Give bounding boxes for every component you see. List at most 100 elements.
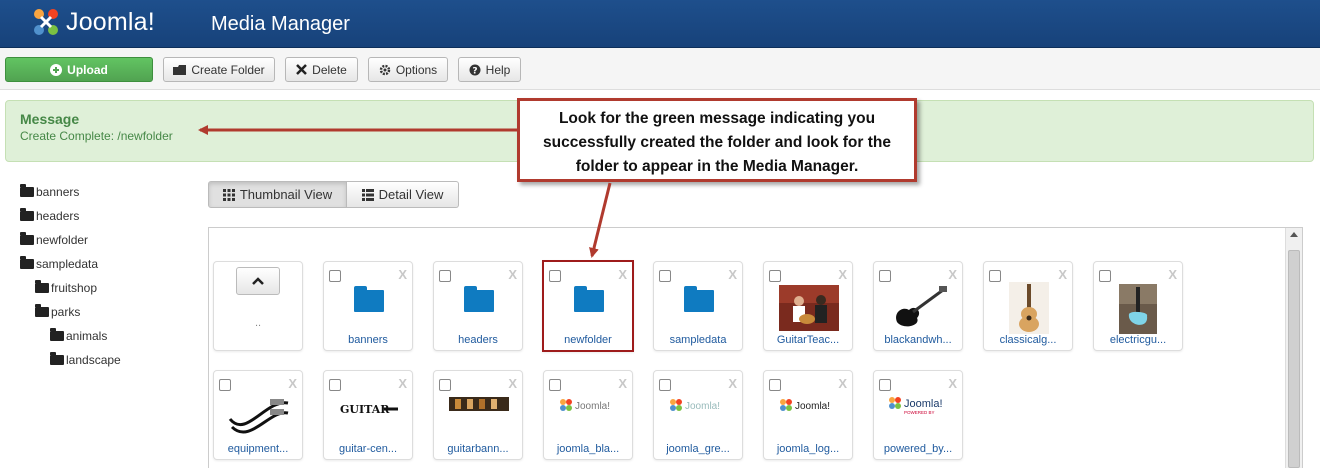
scroll-thumb[interactable]: [1288, 250, 1300, 468]
tree-item-fruitshop[interactable]: fruitshop: [35, 280, 97, 295]
detail-view-label: Detail View: [378, 187, 444, 202]
classical-guitar-image: [1009, 282, 1049, 334]
tile-label[interactable]: joomla_bla...: [544, 443, 632, 455]
select-checkbox[interactable]: [549, 270, 561, 282]
tile-label[interactable]: blackandwh...: [874, 334, 962, 346]
tree-item-animals[interactable]: animals: [50, 328, 107, 343]
delete-x-button[interactable]: X: [838, 267, 847, 282]
delete-x-button[interactable]: X: [728, 376, 737, 391]
tile-image-powered-by[interactable]: X Joomla! POWERED BY powered_by...: [873, 370, 963, 460]
select-checkbox[interactable]: [439, 270, 451, 282]
tree-item-banners[interactable]: banners: [20, 184, 79, 199]
tree-item-headers[interactable]: headers: [20, 208, 79, 223]
tile-label[interactable]: joomla_log...: [764, 443, 852, 455]
tile-label[interactable]: banners: [324, 334, 412, 346]
tile-label[interactable]: equipment...: [214, 443, 302, 455]
select-checkbox[interactable]: [439, 379, 451, 391]
folder-icon: [173, 64, 187, 75]
tile-label[interactable]: newfolder: [544, 334, 632, 346]
scroll-up-arrow-icon[interactable]: [1290, 232, 1298, 237]
tile-label[interactable]: GuitarTeac...: [764, 334, 852, 346]
svg-text:GUITAR: GUITAR: [340, 403, 390, 416]
guitar-lesson-photo: [779, 285, 839, 331]
tree-item-newfolder[interactable]: newfolder: [20, 232, 88, 247]
delete-x-button[interactable]: X: [398, 376, 407, 391]
folder-icon: [35, 304, 49, 317]
tile-image-joomla-green[interactable]: X Joomla! joomla_gre...: [653, 370, 743, 460]
joomla-mark-icon: [34, 9, 58, 35]
tile-folder-newfolder[interactable]: X newfolder: [542, 260, 634, 352]
toolbar: Upload Create Folder Delete Options ? He…: [0, 48, 1320, 90]
select-checkbox[interactable]: [659, 270, 671, 282]
tile-image-equipment[interactable]: X equipment...: [213, 370, 303, 460]
joomla-logo-thumb: Joomla!: [670, 399, 720, 412]
select-checkbox[interactable]: [549, 379, 561, 391]
tile-label[interactable]: classicalg...: [984, 334, 1072, 346]
select-checkbox[interactable]: [879, 379, 891, 391]
question-icon: ?: [469, 64, 481, 76]
up-folder-button[interactable]: [236, 267, 280, 295]
select-checkbox[interactable]: [879, 270, 891, 282]
tile-folder-headers[interactable]: X headers: [433, 261, 523, 351]
tile-label[interactable]: joomla_gre...: [654, 443, 742, 455]
upload-label: Upload: [67, 62, 108, 77]
tile-image-classical-guitar[interactable]: X classicalg...: [983, 261, 1073, 351]
delete-x-button[interactable]: X: [508, 376, 517, 391]
delete-x-button[interactable]: X: [618, 376, 627, 391]
delete-x-button[interactable]: X: [948, 376, 957, 391]
select-checkbox[interactable]: [329, 379, 341, 391]
page-title: Media Manager: [211, 13, 350, 35]
folder-icon: [35, 280, 49, 293]
delete-x-button[interactable]: X: [838, 376, 847, 391]
tile-image-electric-guitar[interactable]: X electricgu...: [1093, 261, 1183, 351]
select-checkbox[interactable]: [769, 379, 781, 391]
cable-image: [228, 399, 289, 434]
select-checkbox[interactable]: [329, 270, 341, 282]
help-button[interactable]: ? Help: [458, 57, 521, 82]
tile-label[interactable]: powered_by...: [874, 443, 962, 455]
delete-x-button[interactable]: X: [728, 267, 737, 282]
options-button[interactable]: Options: [368, 57, 448, 82]
tile-up[interactable]: ..: [213, 261, 303, 351]
select-checkbox[interactable]: [659, 379, 671, 391]
electric-guitar-image: [896, 286, 947, 327]
svg-text:Joomla!: Joomla!: [685, 401, 720, 412]
thumbnail-view-button[interactable]: Thumbnail View: [208, 181, 347, 208]
svg-text:Joomla!: Joomla!: [904, 398, 943, 410]
upload-button[interactable]: Upload: [5, 57, 153, 82]
tile-label[interactable]: guitar-cen...: [324, 443, 412, 455]
tree-item-sampledata[interactable]: sampledata: [20, 256, 98, 271]
delete-x-button[interactable]: X: [398, 267, 407, 282]
tile-label[interactable]: electricgu...: [1094, 334, 1182, 346]
tile-folder-sampledata[interactable]: X sampledata: [653, 261, 743, 351]
tree-item-parks[interactable]: parks: [35, 304, 80, 319]
delete-x-button[interactable]: X: [1168, 267, 1177, 282]
admin-header: Joomla! Media Manager: [0, 0, 1320, 48]
delete-button[interactable]: Delete: [285, 57, 358, 82]
tile-folder-banners[interactable]: X banners: [323, 261, 413, 351]
joomla-logo[interactable]: Joomla!: [30, 6, 155, 38]
delete-x-button[interactable]: X: [948, 267, 957, 282]
select-checkbox[interactable]: [1099, 270, 1111, 282]
tile-image-joomla-black[interactable]: X Joomla! joomla_bla...: [543, 370, 633, 460]
delete-x-button[interactable]: X: [1058, 267, 1067, 282]
tile-image-blackandwhite[interactable]: X blackandwh...: [873, 261, 963, 351]
tile-image-guitar-center[interactable]: X GUITAR guitar-cen...: [323, 370, 413, 460]
tree-item-landscape[interactable]: landscape: [50, 352, 121, 367]
tile-image-joomla-logo[interactable]: X Joomla! joomla_log...: [763, 370, 853, 460]
tile-image-guitar-banner[interactable]: X guitarbann...: [433, 370, 523, 460]
select-checkbox[interactable]: [769, 270, 781, 282]
delete-x-button[interactable]: X: [618, 267, 627, 282]
tile-label[interactable]: guitarbann...: [434, 443, 522, 455]
create-folder-button[interactable]: Create Folder: [163, 57, 275, 82]
tile-label[interactable]: headers: [434, 334, 522, 346]
tile-image-guitar-teacher[interactable]: X GuitarTeac...: [763, 261, 853, 351]
svg-text:?: ?: [472, 66, 477, 76]
scrollbar[interactable]: [1285, 228, 1302, 468]
delete-x-button[interactable]: X: [508, 267, 517, 282]
detail-view-button[interactable]: Detail View: [347, 181, 459, 208]
select-checkbox[interactable]: [989, 270, 1001, 282]
powered-by-joomla-thumb: Joomla! POWERED BY: [889, 397, 943, 415]
logo-text: Joomla!: [66, 7, 155, 36]
tile-label[interactable]: sampledata: [654, 334, 742, 346]
